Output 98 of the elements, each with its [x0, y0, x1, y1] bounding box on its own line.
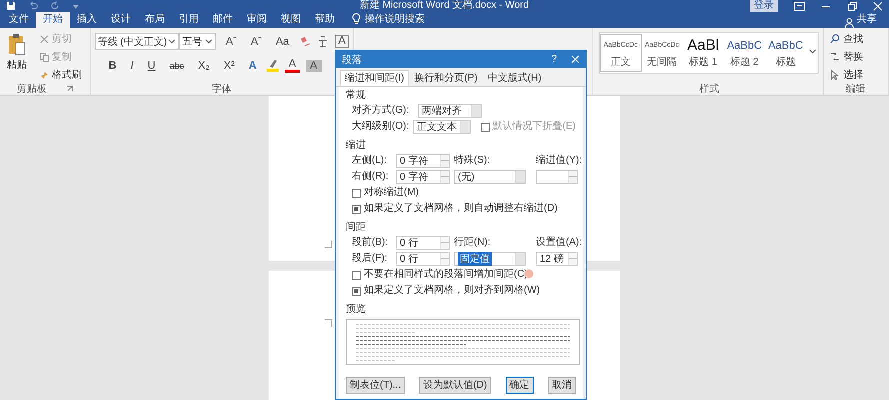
undo-icon[interactable] [28, 1, 38, 11]
superscript-button[interactable]: X² [220, 60, 239, 72]
dialog-tab[interactable]: 中文版式(H) [482, 70, 547, 86]
font-name-combo[interactable]: 等线 (中文正文) [94, 33, 180, 50]
font-color-button[interactable]: A [284, 58, 300, 72]
ribbon-tab[interactable]: 开始 [36, 12, 70, 28]
right-indent-spinner[interactable]: 0 字符 [396, 170, 450, 184]
field-label: 设置值(A): [536, 236, 584, 250]
underline-button[interactable]: U [144, 60, 160, 72]
special-indent-select[interactable]: (无) [454, 170, 526, 184]
clipboard-button[interactable]: 格式刷 [38, 67, 84, 83]
grow-font-button[interactable]: Aˆ [222, 36, 241, 48]
ribbon-tab[interactable]: 审阅 [240, 12, 274, 28]
help-button[interactable]: ? [551, 54, 557, 65]
shrink-font-button[interactable]: Aˇ [246, 36, 266, 48]
field-label: 缩进值(Y): [536, 154, 584, 168]
text-effects-button[interactable]: A [244, 60, 261, 72]
caret-icon [204, 39, 213, 44]
clipboard-icon [7, 33, 27, 57]
alignment-select[interactable]: 两端对齐 [418, 104, 482, 118]
field-label: 对齐方式(G): [352, 104, 410, 118]
close-icon[interactable] [571, 55, 580, 64]
field-label: 段后(F): [352, 252, 389, 266]
redo-icon[interactable] [50, 1, 60, 11]
editing-button[interactable]: 查找 [828, 31, 884, 47]
group-label: 字体 [212, 82, 232, 96]
dialog-button[interactable]: 确定 [506, 377, 534, 394]
crop-mark-icon [325, 241, 333, 249]
strikethrough-button[interactable]: abc [166, 60, 188, 70]
space-after-spinner[interactable]: 0 行 [396, 252, 450, 266]
section-heading: 缩进 [346, 139, 367, 152]
save-icon[interactable] [6, 1, 16, 11]
style-item[interactable]: AaBbC 标题 2 [724, 34, 766, 72]
group-label: 剪贴板 [16, 82, 47, 96]
italic-button[interactable]: I [126, 60, 138, 72]
restore-icon[interactable] [847, 2, 857, 10]
character-shading-button[interactable]: A [306, 60, 322, 72]
subscript-button[interactable]: X₂ [194, 60, 214, 72]
share-button[interactable]: 共享 [857, 12, 877, 28]
space-before-spinner[interactable]: 0 行 [396, 236, 450, 250]
ribbon-tab[interactable]: 设计 [104, 12, 138, 28]
dialog-button[interactable]: 设为默认值(D) [419, 377, 492, 394]
crop-mark-icon [325, 319, 333, 327]
editing-button[interactable]: 选择 [828, 67, 884, 83]
group-label: 编辑 [846, 82, 866, 96]
ribbon-tab[interactable]: 插入 [70, 12, 104, 28]
section-heading: 预览 [346, 303, 367, 316]
section-heading: 间距 [346, 221, 367, 234]
dialog-tab[interactable]: 换行和分页(P) [409, 70, 483, 86]
close-icon[interactable] [873, 2, 883, 10]
editing-button[interactable]: 替换 [828, 49, 884, 65]
section-heading: 常规 [346, 89, 367, 102]
bold-button[interactable]: B [104, 60, 121, 72]
ribbon-tab[interactable]: 帮助 [308, 12, 342, 28]
field-label: 左侧(L): [352, 154, 388, 168]
option-checkbox[interactable]: 如果定义了文档网格，则对齐到网格(W) [346, 284, 576, 298]
replace-icon [830, 52, 840, 62]
ribbon-tab[interactable]: 视图 [274, 12, 308, 28]
paste-button[interactable]: 粘贴 [4, 31, 30, 83]
field-label: 大纲级别(O): [352, 120, 410, 134]
change-case-button[interactable]: Aa [272, 36, 294, 48]
brush-icon [40, 70, 49, 80]
ribbon-tab[interactable]: 邮件 [206, 12, 240, 28]
line-spacing-select[interactable]: 固定值 [454, 252, 526, 266]
field-label: 特殊(S): [454, 154, 492, 168]
login-button[interactable]: 登录 [750, 0, 778, 12]
style-item[interactable]: AaBl 标题 1 [682, 34, 724, 72]
dialog-tab[interactable]: 缩进和间距(I) [340, 70, 410, 86]
cut-icon [40, 34, 49, 44]
field-label: 右侧(R): [352, 170, 390, 184]
dialog-title: 段落 [342, 54, 362, 66]
eraser-icon[interactable] [299, 36, 312, 48]
ribbon-display-options-icon[interactable] [794, 2, 805, 10]
left-indent-spinner[interactable]: 0 字符 [396, 154, 450, 168]
field-label: 段前(B): [352, 236, 390, 250]
dialog-button[interactable]: 取消 [548, 377, 576, 394]
character-border-button[interactable]: A [335, 35, 349, 48]
ribbon-tab[interactable]: 引用 [172, 12, 206, 28]
ribbon-tab[interactable]: 文件 [2, 12, 36, 28]
font-size-combo[interactable]: 五号 [179, 33, 216, 50]
highlighter-icon[interactable] [266, 59, 279, 72]
spacing-at-spinner[interactable]: 12 磅 [536, 252, 578, 266]
tell-me-search[interactable]: 操作说明搜索 [365, 12, 425, 28]
dialog-launcher-icon[interactable] [66, 86, 73, 92]
group-label: 样式 [699, 82, 720, 96]
field-label: 行距(N): [454, 236, 492, 250]
option-checkbox[interactable]: 对称缩进(M) [346, 186, 576, 200]
dialog-button[interactable]: 制表位(T)... [346, 377, 406, 394]
search-icon [830, 34, 840, 44]
option-checkbox[interactable]: 如果定义了文档网格，则自动调整右缩进(D) [346, 202, 576, 216]
copy-icon [40, 52, 49, 62]
ribbon-tab[interactable]: 布局 [138, 12, 172, 28]
style-item[interactable]: AaBbC 标题 [765, 34, 806, 72]
pointer-arrow-icon [830, 70, 840, 80]
lightbulb-icon [352, 13, 361, 25]
pinyin-guide-icon[interactable] [317, 36, 330, 48]
outline-level-select[interactable]: 正文文本 [413, 120, 471, 134]
caret-icon [168, 39, 176, 44]
